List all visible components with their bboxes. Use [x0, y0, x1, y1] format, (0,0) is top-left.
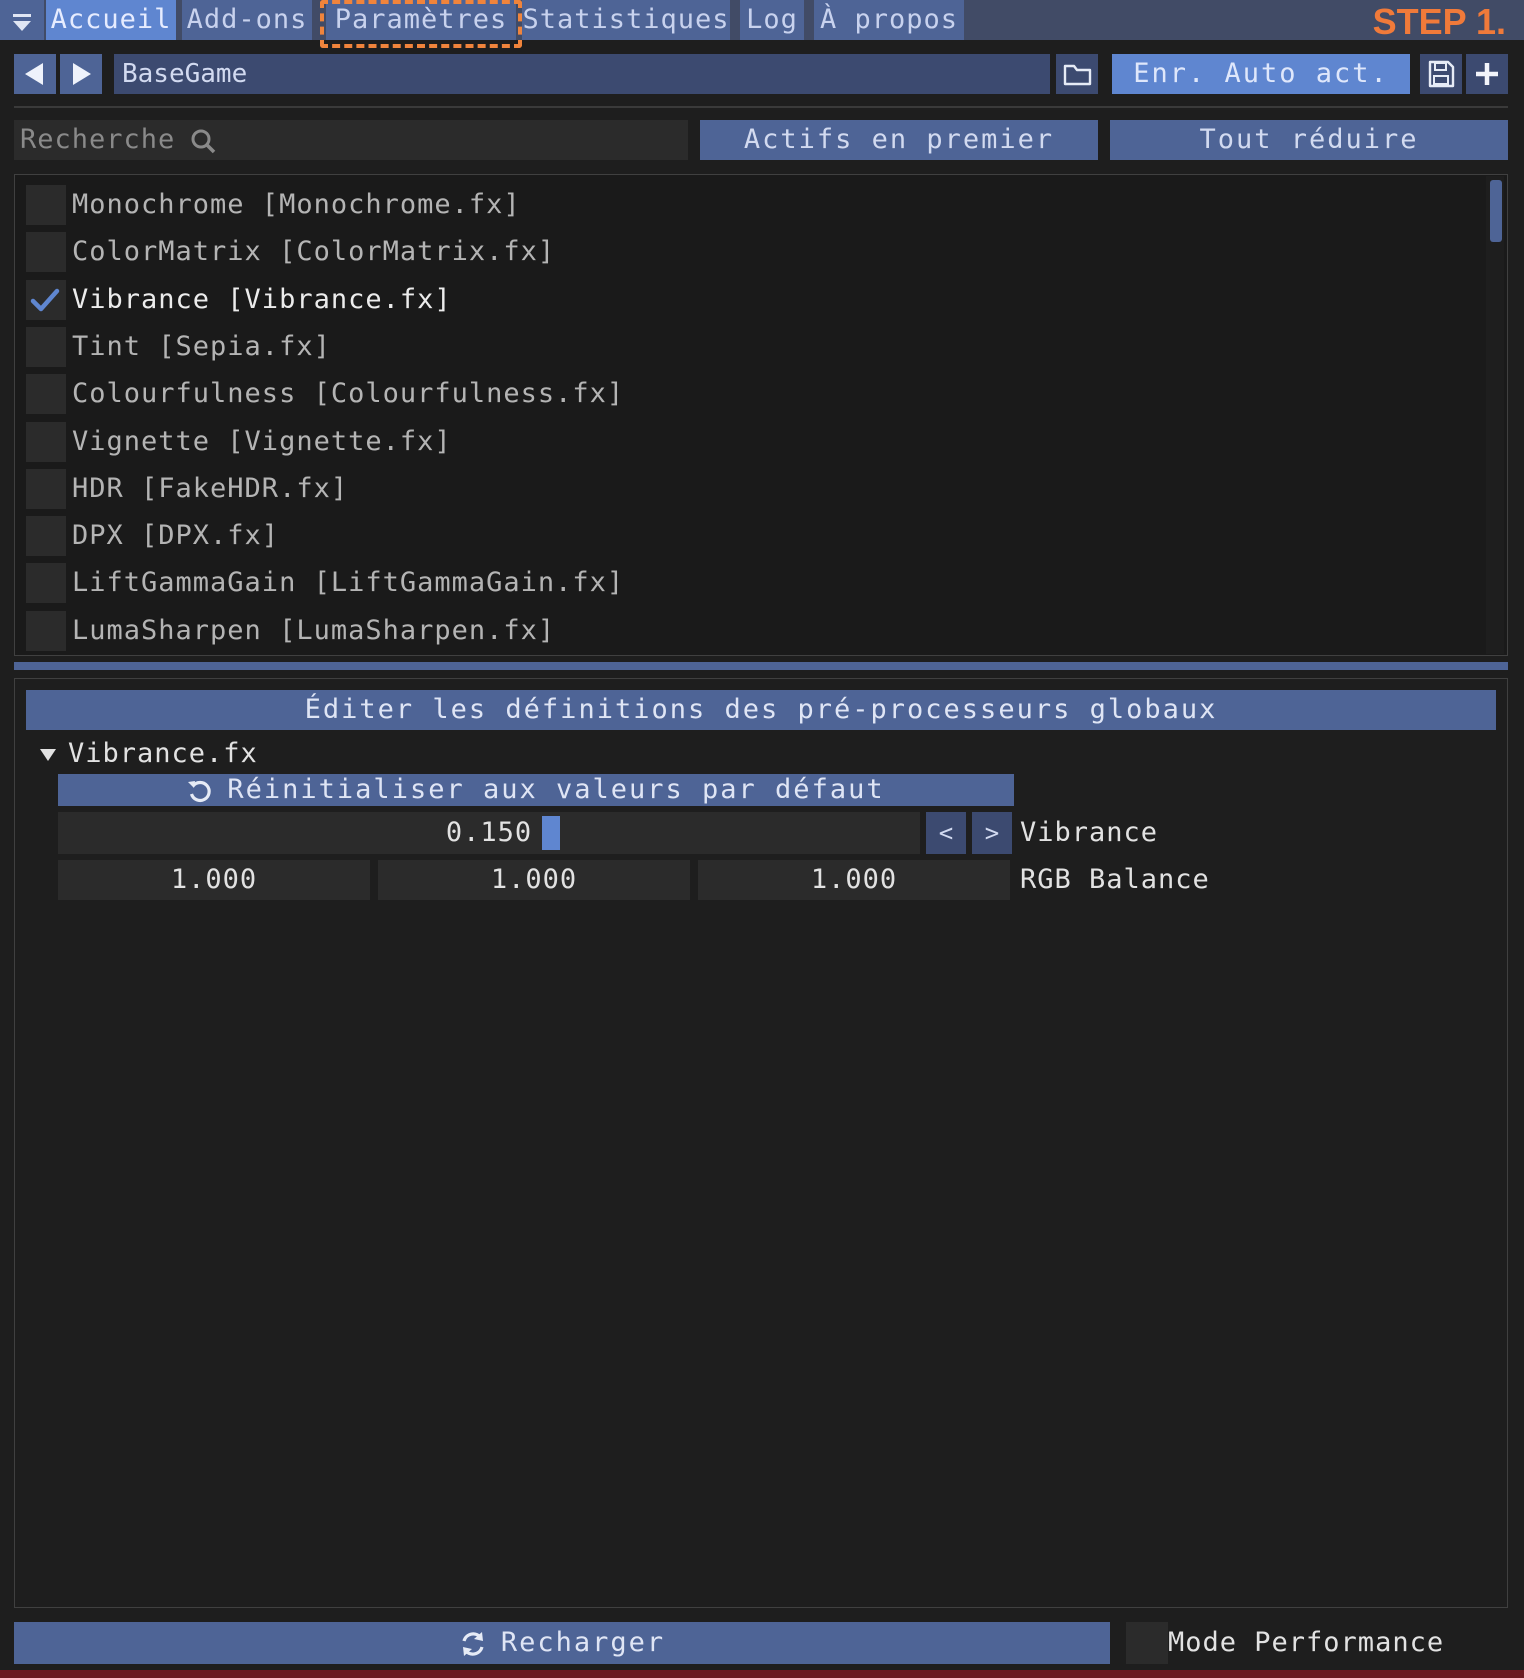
tab-a-propos[interactable]: À propos — [814, 0, 964, 40]
effect-label: HDR [FakeHDR.fx] — [72, 473, 349, 504]
panel-splitter[interactable] — [14, 662, 1508, 670]
vibrance-slider[interactable]: 0.150 — [58, 812, 920, 854]
rgb-balance-r-field[interactable]: 1.000 — [58, 860, 370, 900]
vibrance-decrement-button[interactable]: < — [926, 812, 966, 854]
rgb-balance-b-field[interactable]: 1.000 — [698, 860, 1010, 900]
edit-preprocessor-button[interactable]: Éditer les définitions des pré-processeu… — [26, 690, 1496, 730]
effect-checkbox[interactable] — [26, 280, 66, 320]
effects-scrollbar-thumb[interactable] — [1490, 180, 1502, 242]
collapse-arrow-icon — [40, 748, 56, 761]
effect-label: Tint [Sepia.fx] — [72, 331, 331, 362]
effect-checkbox[interactable] — [26, 232, 66, 272]
next-preset-button[interactable] — [60, 54, 102, 94]
save-preset-button[interactable] — [1420, 54, 1462, 94]
autosave-toggle-button[interactable]: Enr. Auto act. — [1112, 54, 1410, 94]
section-title: Vibrance.fx — [68, 738, 258, 769]
effect-checkbox[interactable] — [26, 516, 66, 556]
reload-label: Recharger — [500, 1627, 666, 1658]
menu-toggle-icon[interactable] — [0, 0, 44, 40]
previous-preset-button[interactable] — [14, 54, 56, 94]
effect-checkbox[interactable] — [26, 374, 66, 414]
open-folder-button[interactable] — [1056, 54, 1098, 94]
effect-checkbox[interactable] — [26, 469, 66, 509]
effect-label: DPX [DPX.fx] — [72, 520, 280, 551]
search-input[interactable]: Recherche — [14, 120, 688, 160]
effect-label: Colourfulness [Colourfulness.fx] — [72, 378, 625, 409]
tab-add-ons[interactable]: Add-ons — [182, 0, 312, 40]
search-icon — [191, 129, 216, 154]
divider — [14, 106, 1508, 108]
rgb-balance-g-field[interactable]: 1.000 — [378, 860, 690, 900]
effect-label: LumaSharpen [LumaSharpen.fx] — [72, 615, 556, 646]
effect-label: Vibrance [Vibrance.fx] — [72, 284, 452, 315]
reload-button[interactable]: Recharger — [14, 1622, 1110, 1664]
folder-icon — [1063, 64, 1092, 86]
arrow-left-icon — [25, 63, 43, 85]
performance-mode-label: Mode Performance — [1168, 1627, 1445, 1658]
refresh-icon — [462, 1631, 484, 1656]
effect-label: LiftGammaGain [LiftGammaGain.fx] — [72, 567, 625, 598]
vibrance-section-toggle[interactable]: Vibrance.fx — [40, 734, 258, 774]
tab-statistiques[interactable]: Statistiques — [522, 0, 730, 40]
save-icon — [1428, 60, 1455, 88]
step-highlight-box — [320, 0, 522, 48]
effect-checkbox[interactable] — [26, 422, 66, 462]
checkmark-icon — [30, 288, 60, 312]
collapse-all-button[interactable]: Tout réduire — [1110, 120, 1508, 160]
background-strip — [0, 1670, 1524, 1678]
add-preset-button[interactable] — [1466, 54, 1508, 94]
reset-label: Réinitialiser aux valeurs par défaut — [227, 774, 885, 805]
effect-label: Vignette [Vignette.fx] — [72, 426, 452, 457]
vibrance-increment-button[interactable]: > — [972, 812, 1012, 854]
vibrance-slider-handle[interactable] — [542, 816, 560, 850]
active-first-button[interactable]: Actifs en premier — [700, 120, 1098, 160]
effect-checkbox[interactable] — [26, 563, 66, 603]
effect-checkbox[interactable] — [26, 185, 66, 225]
effect-checkbox[interactable] — [26, 327, 66, 367]
rgb-balance-label: RGB Balance — [1020, 864, 1210, 895]
performance-mode-checkbox[interactable] — [1126, 1622, 1168, 1664]
undo-icon — [188, 780, 212, 802]
effect-label: Monochrome [Monochrome.fx] — [72, 189, 521, 220]
preset-selector[interactable]: BaseGame — [114, 54, 1050, 94]
reset-defaults-button[interactable]: Réinitialiser aux valeurs par défaut — [58, 774, 1014, 806]
effect-label: ColorMatrix [ColorMatrix.fx] — [72, 236, 556, 267]
effects-scrollbar[interactable] — [1486, 176, 1504, 654]
vibrance-label: Vibrance — [1020, 817, 1159, 848]
effect-checkbox[interactable] — [26, 611, 66, 651]
plus-icon — [1476, 63, 1498, 85]
step-label: STEP 1. — [1372, 1, 1506, 42]
tab-accueil[interactable]: Accueil — [46, 0, 176, 40]
tab-log[interactable]: Log — [740, 0, 804, 40]
arrow-right-icon — [73, 63, 91, 85]
